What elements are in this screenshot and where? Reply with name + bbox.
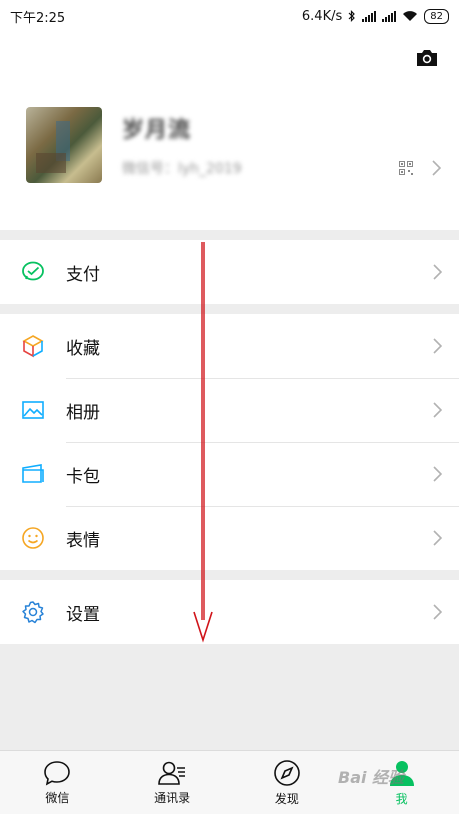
menu-group-media: 收藏 相册 卡包 表情 (0, 314, 459, 570)
chevron-right-icon (433, 466, 442, 482)
avatar[interactable] (26, 107, 102, 183)
compass-icon (274, 759, 300, 786)
menu-item-album[interactable]: 相册 (0, 378, 459, 442)
menu-group-pay: 支付 (0, 240, 459, 304)
menu-item-label: 表情 (66, 530, 100, 551)
sticker-smile-icon (21, 526, 45, 550)
menu-item-settings[interactable]: 设置 (0, 580, 459, 644)
profile-nickname: 岁月流 (122, 118, 192, 143)
menu-item-label: 支付 (66, 264, 100, 285)
tab-label: 我 (395, 791, 408, 806)
wechat-pay-icon (21, 260, 45, 284)
menu-item-label: 卡包 (66, 466, 100, 487)
tab-contacts[interactable]: 通讯录 (115, 751, 230, 814)
chevron-right-icon (433, 604, 442, 620)
wifi-icon (403, 11, 418, 21)
chevron-right-icon (433, 402, 442, 418)
qr-code-icon[interactable] (399, 161, 413, 175)
favorites-cube-icon (21, 334, 45, 358)
settings-gear-icon (21, 600, 45, 624)
network-speed: 6.4K/s (301, 8, 343, 24)
signal-icon-1 (362, 10, 377, 22)
chevron-right-icon (433, 338, 442, 354)
tab-label: 通讯录 (154, 790, 191, 805)
profile-wechat-id: 微信号：lyh_2019 (122, 161, 242, 177)
camera-icon[interactable] (415, 48, 439, 68)
menu-item-label: 设置 (66, 604, 100, 625)
chevron-right-icon (432, 160, 441, 176)
menu-item-pay[interactable]: 支付 (0, 240, 459, 304)
tab-chats[interactable]: 微信 (0, 751, 115, 814)
status-icons: 6.4K/s 82 (301, 8, 449, 24)
contacts-icon (158, 761, 186, 785)
tab-label: 微信 (45, 790, 70, 805)
menu-item-label: 收藏 (66, 338, 100, 359)
menu-item-label: 相册 (66, 402, 100, 423)
baidu-jingyan-watermark: Bai 经验 (338, 768, 405, 787)
battery-indicator: 82 (424, 8, 449, 24)
menu-group-settings: 设置 (0, 580, 459, 644)
chevron-right-icon (433, 530, 442, 546)
tab-discover[interactable]: 发现 (230, 751, 345, 814)
status-bar: 下午2:25 6.4K/s 82 (0, 0, 459, 32)
profile-header[interactable]: 岁月流 微信号：lyh_2019 (0, 32, 459, 230)
card-wallet-icon (21, 462, 45, 486)
chat-bubble-icon (44, 760, 71, 786)
signal-icon-2 (382, 10, 397, 22)
status-time: 下午2:25 (10, 10, 66, 26)
tab-label: 发现 (274, 791, 299, 806)
menu-item-stickers[interactable]: 表情 (0, 506, 459, 570)
album-photo-icon (21, 398, 45, 422)
chevron-right-icon (433, 264, 442, 280)
menu-item-cards[interactable]: 卡包 (0, 442, 459, 506)
bluetooth-icon (348, 10, 356, 22)
menu-item-favorites[interactable]: 收藏 (0, 314, 459, 378)
